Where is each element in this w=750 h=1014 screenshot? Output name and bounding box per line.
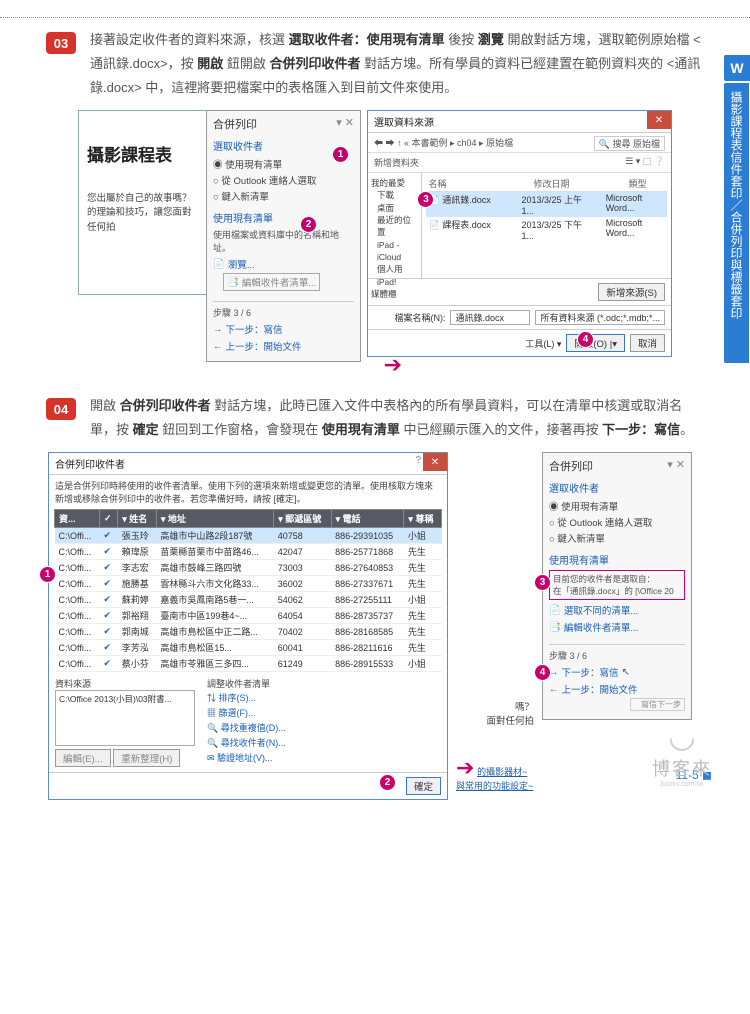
browse-link[interactable]: 📄 瀏覽... <box>213 257 255 271</box>
select-diff-link[interactable]: 📄 選取不同的清單... <box>549 603 638 617</box>
prev-step-link[interactable]: ← 上一步：開始文件 <box>549 682 638 696</box>
step-num-04: 04 <box>46 398 76 420</box>
filter-link[interactable]: ▦ 篩選(F)... <box>207 705 441 720</box>
radio-existing[interactable]: ◉ 使用現有清單 <box>549 498 685 514</box>
step-04-text: 開啟 合併列印收件者 對話方塊，此時已匯入文件中表格內的所有學員資料，可以在清單… <box>90 394 702 442</box>
datasource-list[interactable]: C:\Office 2013(小目)\03附書... <box>55 690 195 746</box>
search-input[interactable]: 🔍 搜尋 原始檔 <box>594 136 665 151</box>
smile-icon: ◡ <box>652 717 712 755</box>
table-row[interactable]: C:\Offi...✔郭南城高雄市鳥松區中正二路...70402886-2816… <box>55 624 442 640</box>
table-row[interactable]: C:\Offi...✔張玉玲高雄市中山路2段187號40758886-29391… <box>55 528 442 544</box>
ok-button[interactable]: 確定 <box>406 777 441 795</box>
radio-new[interactable]: ○ 鍵入新清單 <box>549 530 685 546</box>
radio-outlook[interactable]: ○ 從 Outlook 連絡人選取 <box>549 514 685 530</box>
table-row[interactable]: C:\Offi...✔蘇莉婷嘉義市吳鳳南路5巷一...54062886-2725… <box>55 592 442 608</box>
edit-button[interactable]: 編輯(E)... <box>55 749 111 767</box>
chapter-label: 攝影課程表信件套印／合併列印與標籤套印 <box>724 83 749 363</box>
tooltip: 寫信下一步 <box>630 698 685 711</box>
find-recip-link[interactable]: 🔍 尋找收件者(N)... <box>207 735 441 750</box>
radio-outlook[interactable]: ○ 從 Outlook 連絡人選取 <box>213 172 354 188</box>
step-num-03: 03 <box>46 32 76 54</box>
edit-recipients-link[interactable]: 📑 編輯收件者清單... <box>223 273 320 291</box>
close-icon[interactable]: ✕ <box>423 453 447 471</box>
footer: ◡ 博客來 books.com.tw <box>652 717 712 788</box>
current-list-box: 目前您的收件者是選取自： 在「通訊錄.docx」的 [\Office 20 3 <box>549 570 685 600</box>
badge-1: 1 <box>40 567 55 582</box>
file-list[interactable]: 名稱修改日期類型 📄 通訊錄.docx2013/3/25 上午 1...Micr… <box>422 173 671 278</box>
new-folder-button[interactable]: 新增資料夾 <box>374 158 419 168</box>
step-03: 03 接著設定收件者的資料來源，核選 選取收件者：使用現有清單 後按 瀏覽 開啟… <box>0 28 750 100</box>
link1[interactable]: 的攝影器材~ <box>477 767 527 777</box>
mail-merge-panel: 合併列印▾ ✕ 選取收件者 ◉ 使用現有清單 ○ 從 Outlook 連絡人選取… <box>206 110 361 362</box>
top-rule <box>0 0 750 18</box>
sort-link[interactable]: ⇅ 排序(S)... <box>207 690 441 705</box>
refresh-button[interactable]: 重新整理(H) <box>113 749 180 767</box>
badge-4: 4 <box>535 665 550 680</box>
next-step-link[interactable]: → 下一步：寫信 ↖ 4 <box>549 665 630 679</box>
badge-3: 3 <box>535 575 550 590</box>
document-preview: 攝影課程表 您出屬於自己的故事嗎？ 的理論和技巧，讓您面對任何拍 <box>78 110 208 295</box>
filetype-select[interactable]: 所有資料來源 (*.odc;*.mdb;*... <box>535 310 665 325</box>
table-row[interactable]: C:\Offi...✔蔡小芬高雄市苓雅區三多四...61249886-28915… <box>55 656 442 672</box>
table-row[interactable]: C:\Offi...✔李志宏高雄市鼓峰三路四號73003886-27640853… <box>55 560 442 576</box>
file-row-selected: 📄 通訊錄.docx2013/3/25 上午 1...Microsoft Wor… <box>426 192 667 217</box>
filename-input[interactable]: 通訊錄.docx <box>450 310 530 325</box>
screenshot-04: 合併列印收件者?✕ 這是合併列印時將使用的收件者清單。使用下列的選項來新增或變更… <box>48 452 712 800</box>
cancel-button[interactable]: 取消 <box>630 334 665 352</box>
open-button[interactable]: 開啟(O) |▾ <box>566 334 625 352</box>
radio-new[interactable]: ○ 鍵入新清單 <box>213 188 354 204</box>
table-row[interactable]: C:\Offi...✔施勝基雲林縣斗六市文化路33...36002886-273… <box>55 576 442 592</box>
table-row[interactable]: C:\Offi...✔郭裕翔臺南市中區199巷4~...64054886-287… <box>55 608 442 624</box>
step-03-text: 接著設定收件者的資料來源，核選 選取收件者：使用現有清單 後按 瀏覽 開啟對話方… <box>90 28 702 100</box>
close-icon[interactable]: ▾ ✕ <box>336 116 354 132</box>
table-row[interactable]: C:\Offi...✔李芳泓高雄市鳥松區15...60041886-282116… <box>55 640 442 656</box>
edit-recip-link[interactable]: 📑 編輯收件者清單... <box>549 620 638 634</box>
word-app-icon: W <box>724 55 750 81</box>
file-open-dialog: 選取資料來源✕ ⬅ ➡ ↑ « 本書範例 ▸ ch04 ▸ 原始檔 🔍 搜尋 原… <box>367 110 672 357</box>
recipients-table[interactable]: 資...✓▾ 姓名▾ 地址▾ 郵遞區號▾ 電話▾ 尊稱 C:\Offi...✔張… <box>54 509 442 672</box>
tools-button[interactable]: 工具(L) ▾ <box>525 337 561 350</box>
table-row[interactable]: C:\Offi...✔賴瑋原苗栗縣苗栗市中苗路46...42047886-257… <box>55 544 442 560</box>
close-icon[interactable]: ▾ ✕ <box>667 458 685 474</box>
folder-tree[interactable]: 我的最愛下載桌面最近的位置iPad - iCloud個人用iPad!媒體櫃 <box>368 173 422 278</box>
recipients-dialog: 合併列印收件者?✕ 這是合併列印時將使用的收件者清單。使用下列的選項來新增或變更… <box>48 452 448 800</box>
next-step-link[interactable]: → 下一步：寫信 <box>213 322 283 336</box>
mail-merge-panel-2: 合併列印▾ ✕ 選取收件者 ◉ 使用現有清單 ○ 從 Outlook 連絡人選取… <box>542 452 692 720</box>
arrow-icon: ➔ <box>456 755 474 780</box>
screenshot-03: 攝影課程表 您出屬於自己的故事嗎？ 的理論和技巧，讓您面對任何拍 合併列印▾ ✕… <box>78 110 712 376</box>
step-04: 04 開啟 合併列印收件者 對話方塊，此時已匯入文件中表格內的所有學員資料，可以… <box>0 394 750 442</box>
new-source-button[interactable]: 新增來源(S) <box>598 283 665 301</box>
link2[interactable]: 與常用的功能設定~ <box>456 781 533 791</box>
doc-heading: 攝影課程表 <box>87 141 199 166</box>
radio-existing[interactable]: ◉ 使用現有清單 <box>213 156 354 172</box>
find-dup-link[interactable]: 🔍 尋找重複值(D)... <box>207 720 441 735</box>
prev-step-link[interactable]: ← 上一步：開始文件 <box>213 339 302 353</box>
side-tab: W 攝影課程表信件套印／合併列印與標籤套印 <box>724 55 750 363</box>
close-icon[interactable]: ✕ <box>647 111 671 129</box>
validate-link[interactable]: ✉ 驗證地址(V)... <box>207 750 441 765</box>
